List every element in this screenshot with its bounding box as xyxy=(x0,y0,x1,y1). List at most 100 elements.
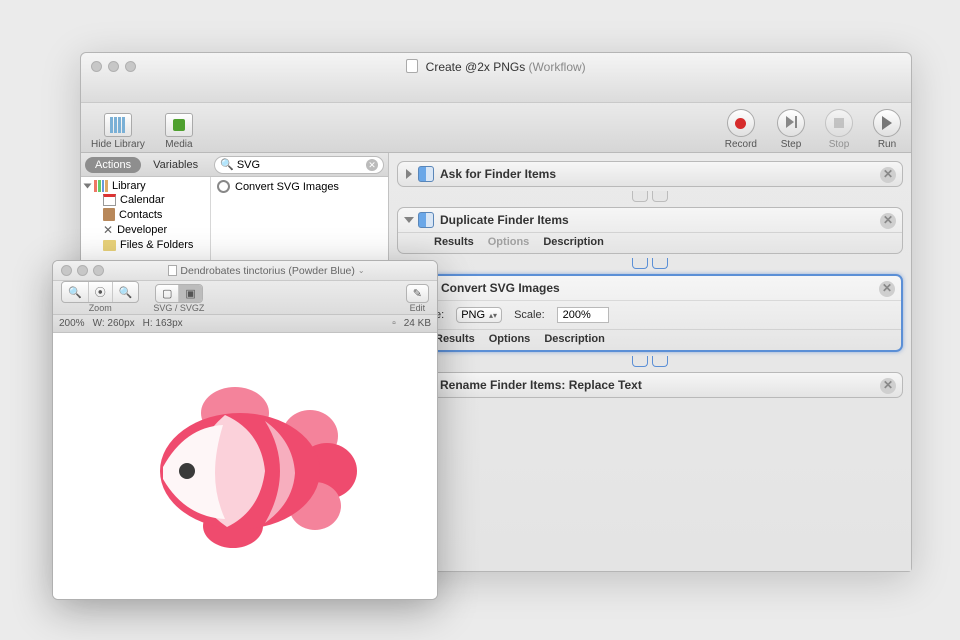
preview-title: Dendrobates tinctorius (Powder Blue) xyxy=(180,265,355,277)
stop-button[interactable]: Stop xyxy=(825,109,853,150)
search-field[interactable]: 🔍 ✕ xyxy=(214,156,384,174)
contacts-icon xyxy=(103,208,115,221)
play-icon xyxy=(882,116,892,130)
stop-icon xyxy=(834,118,844,128)
zoom-window-button[interactable] xyxy=(125,61,136,72)
clear-search-button[interactable]: ✕ xyxy=(366,159,378,171)
tab-variables[interactable]: Variables xyxy=(143,157,208,173)
status-filesize: 24 KB xyxy=(404,318,431,329)
developer-icon: ✕ xyxy=(103,223,113,237)
library-root[interactable]: Library xyxy=(81,179,210,193)
run-button[interactable]: Run xyxy=(873,109,901,150)
window-titlebar: Create @2x PNGs (Workflow) xyxy=(81,53,911,103)
step-title: Rename Finder Items: Replace Text xyxy=(440,378,642,392)
minimize-window-button[interactable] xyxy=(108,61,119,72)
updown-icon: ▴▾ xyxy=(489,311,497,320)
step-title: Duplicate Finder Items xyxy=(440,213,569,227)
zoom-window-button[interactable] xyxy=(93,265,104,276)
mode-segmented-control: ▢ ▣ xyxy=(155,284,203,303)
media-button[interactable]: Media xyxy=(165,113,193,150)
page-filled-icon: ▣ xyxy=(185,287,195,300)
window-title-name: Create @2x PNGs xyxy=(426,60,526,74)
search-icon: 🔍 xyxy=(220,158,234,171)
folder-icon xyxy=(103,240,116,251)
record-button[interactable]: Record xyxy=(725,109,757,150)
preview-window: Dendrobates tinctorius (Powder Blue) ⌄ 🔍… xyxy=(52,260,438,600)
calendar-icon xyxy=(103,194,116,206)
edit-label: Edit xyxy=(410,303,426,313)
connector-icon xyxy=(630,191,670,203)
tab-actions[interactable]: Actions xyxy=(85,157,141,173)
zoom-label: Zoom xyxy=(89,303,112,313)
scale-input[interactable] xyxy=(557,307,609,323)
document-icon: ▫ xyxy=(392,318,396,329)
finder-icon xyxy=(418,212,434,228)
step-ask-for-finder-items[interactable]: Ask for Finder Items ✕ xyxy=(397,161,903,187)
hide-library-button[interactable]: Hide Library xyxy=(91,113,145,150)
library-icon xyxy=(94,180,108,192)
step-convert-svg-images[interactable]: Convert SVG Images ✕ e: PNG▴▾ Scale: Res… xyxy=(397,274,903,352)
connector-icon xyxy=(630,356,670,368)
zoom-segmented-control: 🔍 ⦿ 🔍 xyxy=(61,281,139,303)
toolbar: Hide Library Media Record Step Stop Run xyxy=(81,103,911,153)
finder-icon xyxy=(418,166,434,182)
zoom-actual-button[interactable]: ⦿ xyxy=(89,282,113,302)
step-icon xyxy=(786,116,797,131)
remove-step-button[interactable]: ✕ xyxy=(880,167,896,183)
step-title: Convert SVG Images xyxy=(441,281,560,295)
action-convert-svg-images[interactable]: Convert SVG Images xyxy=(211,179,388,194)
disclosure-triangle-icon[interactable] xyxy=(406,169,412,179)
step-duplicate-finder-items[interactable]: Duplicate Finder Items ✕ Results Options… xyxy=(397,207,903,254)
library-icon xyxy=(110,117,125,133)
category-calendar[interactable]: Calendar xyxy=(81,193,210,207)
disclosure-triangle-icon[interactable] xyxy=(404,217,414,223)
window-title: Create @2x PNGs (Workflow) xyxy=(81,53,911,74)
zoom-out-button[interactable]: 🔍 xyxy=(62,282,89,302)
tab-options[interactable]: Options xyxy=(488,236,530,248)
tab-description[interactable]: Description xyxy=(543,236,604,248)
close-window-button[interactable] xyxy=(91,61,102,72)
status-width: W: 260px xyxy=(93,318,135,329)
remove-step-button[interactable]: ✕ xyxy=(880,213,896,229)
pencil-icon: ✎ xyxy=(413,287,422,300)
close-window-button[interactable] xyxy=(61,265,72,276)
tab-results[interactable]: Results xyxy=(435,333,475,345)
preview-toolbar: 🔍 ⦿ 🔍 Zoom ▢ ▣ SVG / SVGZ ✎ Edit xyxy=(53,281,437,315)
preview-canvas[interactable] xyxy=(53,333,437,599)
workflow-canvas[interactable]: Ask for Finder Items ✕ Duplicate Finder … xyxy=(389,153,911,571)
record-icon xyxy=(735,118,746,129)
status-zoom: 200% xyxy=(59,318,85,329)
disclosure-triangle-icon xyxy=(84,184,92,189)
document-icon xyxy=(168,265,177,276)
fish-image xyxy=(115,376,375,556)
traffic-lights xyxy=(91,61,136,72)
tab-options[interactable]: Options xyxy=(489,333,531,345)
zoom-in-button[interactable]: 🔍 xyxy=(113,282,139,302)
mode-label: SVG / SVGZ xyxy=(153,303,204,313)
page-icon: ▢ xyxy=(162,287,172,300)
mode-svgz-button[interactable]: ▣ xyxy=(179,285,201,302)
preview-titlebar: Dendrobates tinctorius (Powder Blue) ⌄ xyxy=(53,261,437,281)
step-button[interactable]: Step xyxy=(777,109,805,150)
connector-icon xyxy=(630,258,670,270)
tab-description[interactable]: Description xyxy=(544,333,605,345)
edit-button[interactable]: ✎ xyxy=(406,284,429,303)
status-height: H: 163px xyxy=(143,318,183,329)
preview-status-bar: 200% W: 260px H: 163px ▫ 24 KB xyxy=(53,315,437,333)
remove-step-button[interactable]: ✕ xyxy=(879,281,895,297)
scale-label: Scale: xyxy=(514,309,545,321)
remove-step-button[interactable]: ✕ xyxy=(880,378,896,394)
category-files-folders[interactable]: Files & Folders xyxy=(81,238,210,252)
step-rename-finder-items[interactable]: Rename Finder Items: Replace Text ✕ xyxy=(397,372,903,398)
output-type-select[interactable]: PNG▴▾ xyxy=(456,307,502,323)
chevron-down-icon[interactable]: ⌄ xyxy=(358,266,365,275)
document-icon xyxy=(406,59,418,73)
media-icon xyxy=(173,119,185,131)
tab-results[interactable]: Results xyxy=(434,236,474,248)
minimize-window-button[interactable] xyxy=(77,265,88,276)
category-contacts[interactable]: Contacts xyxy=(81,207,210,222)
search-input[interactable] xyxy=(234,159,366,171)
mode-svg-button[interactable]: ▢ xyxy=(156,285,179,302)
step-title: Ask for Finder Items xyxy=(440,167,556,181)
category-developer[interactable]: ✕Developer xyxy=(81,222,210,238)
